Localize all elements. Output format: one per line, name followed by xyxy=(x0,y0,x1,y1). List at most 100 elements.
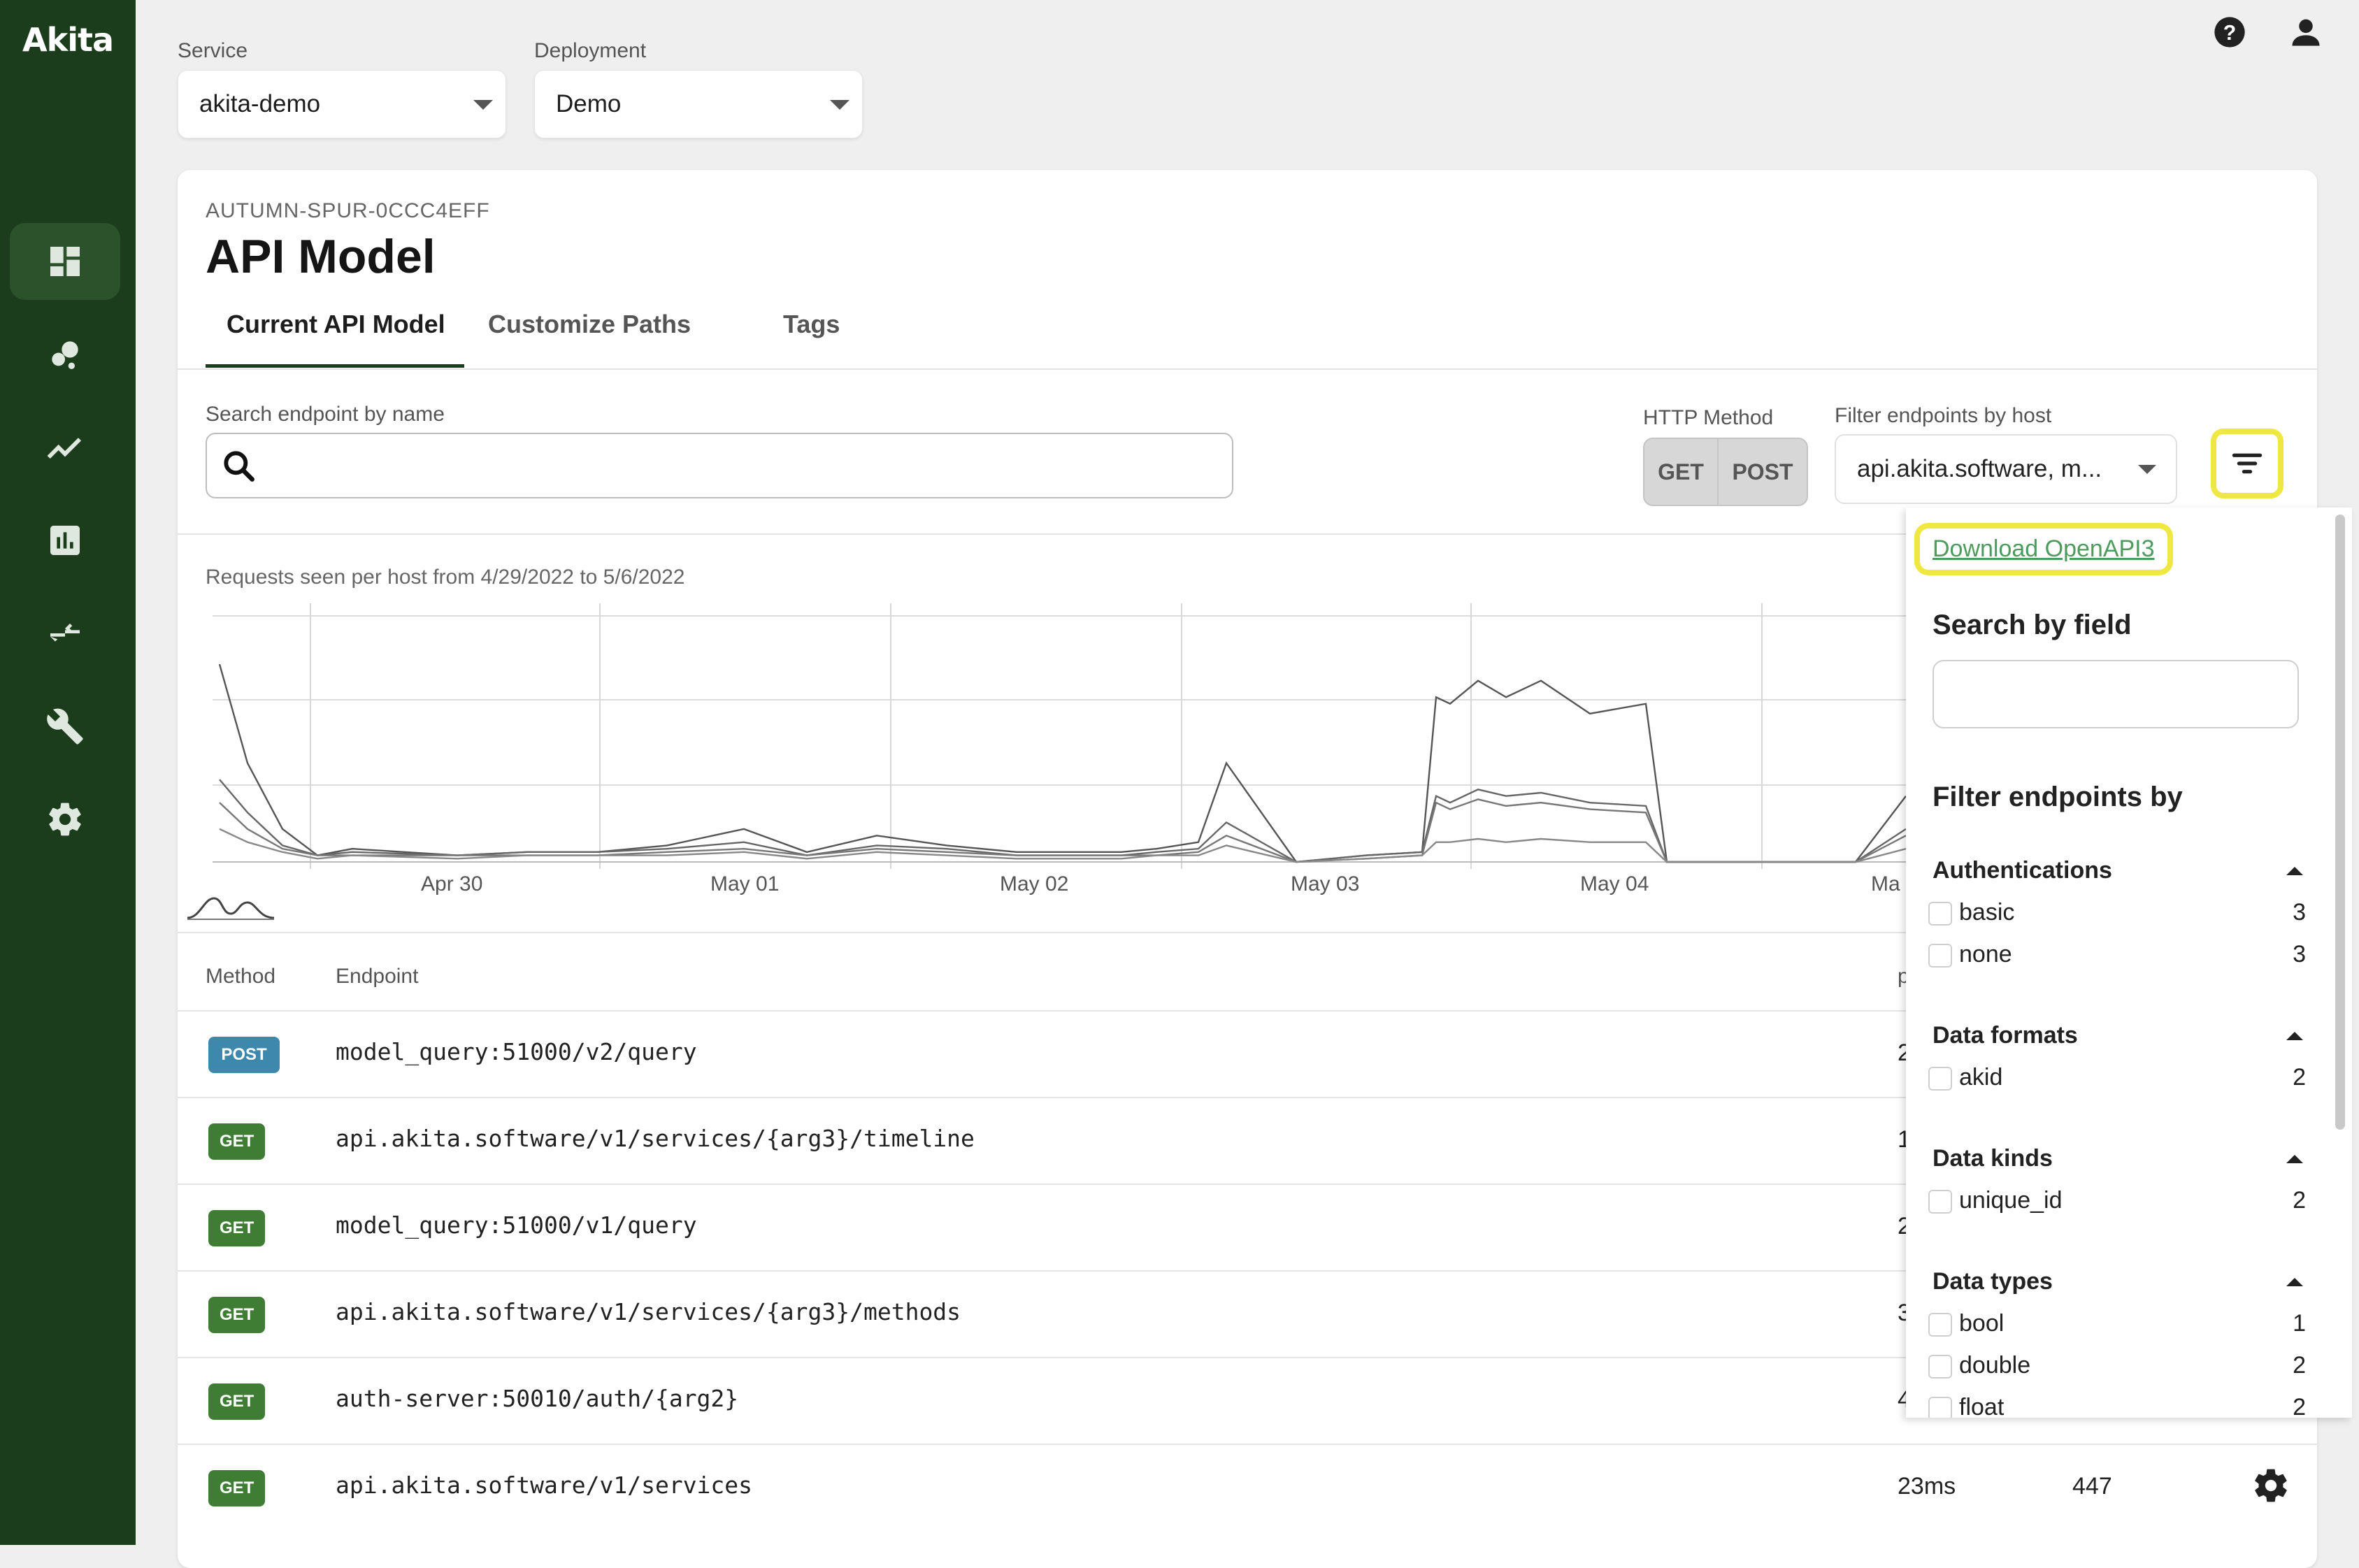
filter-option[interactable]: akid 2 xyxy=(1928,1063,2306,1098)
series-line xyxy=(219,828,1906,863)
http-get-button[interactable]: GET xyxy=(1644,439,1719,505)
filter-option-count: 3 xyxy=(2293,899,2306,926)
sidebar-item-bubbles[interactable] xyxy=(10,316,120,393)
requests-chart xyxy=(213,603,1906,869)
sidebar-item-compare[interactable] xyxy=(10,595,120,672)
bubble-icon xyxy=(52,341,78,369)
table-row[interactable]: GET api.akita.software/v1/services 23ms 447 xyxy=(178,1444,2317,1532)
compare-icon xyxy=(50,624,80,642)
chevron-down-icon xyxy=(830,100,849,110)
filter-option[interactable]: float 2 xyxy=(1928,1393,2306,1418)
filter-group-heading[interactable]: Authentications xyxy=(1933,857,2112,884)
filter-option-count: 2 xyxy=(2293,1394,2306,1418)
endpoint-path[interactable]: model_query:51000/v2/query xyxy=(336,1038,697,1065)
chevron-up-icon[interactable] xyxy=(2286,1278,2303,1286)
endpoint-search-input[interactable] xyxy=(206,433,1233,498)
filter-option[interactable]: none 3 xyxy=(1928,940,2306,974)
x-tick-label: May 04 xyxy=(1580,872,1649,896)
panel-scrollbar[interactable] xyxy=(2335,515,2345,1130)
sidebar-item-trend[interactable] xyxy=(10,409,120,486)
method-badge: POST xyxy=(208,1037,280,1073)
x-tick-label: May 03 xyxy=(1291,872,1360,896)
service-label: Service xyxy=(178,39,248,62)
sidebar-item-analytics[interactable] xyxy=(10,502,120,579)
checkbox[interactable] xyxy=(1928,944,1952,968)
filter-option-label: basic xyxy=(1959,899,2015,926)
search-label: Search endpoint by name xyxy=(206,403,445,426)
endpoint-path[interactable]: api.akita.software/v1/services xyxy=(336,1472,752,1499)
endpoint-path[interactable]: api.akita.software/v1/services/{arg3}/ti… xyxy=(336,1125,975,1152)
filter-group-heading[interactable]: Data formats xyxy=(1933,1022,2078,1049)
service-select[interactable]: akita-demo xyxy=(178,70,506,138)
http-post-button[interactable]: POST xyxy=(1719,439,1807,505)
filter-group-heading[interactable]: Data types xyxy=(1933,1268,2053,1295)
checkbox[interactable] xyxy=(1928,902,1952,926)
sidebar: Akita xyxy=(0,0,136,1545)
active-tab-indicator xyxy=(206,364,464,368)
tab-tags[interactable]: Tags xyxy=(783,310,840,339)
tab-current-api-model[interactable]: Current API Model xyxy=(227,310,445,339)
sparkline-icon xyxy=(187,897,275,920)
checkbox[interactable] xyxy=(1928,1067,1952,1091)
chevron-up-icon[interactable] xyxy=(2286,1155,2303,1163)
host-filter-select[interactable]: api.akita.software, m... xyxy=(1835,434,2177,504)
chevron-up-icon[interactable] xyxy=(2286,867,2303,875)
method-badge: GET xyxy=(208,1383,266,1420)
filter-option-label: bool xyxy=(1959,1310,2005,1337)
filter-button[interactable] xyxy=(2211,429,2283,498)
filter-option-label: none xyxy=(1959,941,2012,968)
endpoint-path[interactable]: api.akita.software/v1/services/{arg3}/me… xyxy=(336,1298,961,1325)
endpoint-path[interactable]: auth-server:50010/auth/{arg2} xyxy=(336,1385,738,1412)
endpoint-column-header[interactable]: Endpoint xyxy=(336,965,418,988)
filter-option[interactable]: double 2 xyxy=(1928,1351,2306,1386)
method-badge: GET xyxy=(208,1470,266,1506)
method-badge: GET xyxy=(208,1297,266,1333)
filter-option-count: 1 xyxy=(2293,1310,2306,1337)
help-icon[interactable]: ? xyxy=(2211,14,2248,50)
bar-chart-icon xyxy=(50,526,80,555)
download-openapi3-link[interactable]: Download OpenAPI3 xyxy=(1914,523,2173,575)
filter-option-count: 3 xyxy=(2293,941,2306,968)
filter-panel: Download OpenAPI3 Search by field Filter… xyxy=(1906,508,2352,1418)
service-value: akita-demo xyxy=(199,90,321,117)
search-by-field-input[interactable] xyxy=(1933,660,2299,728)
search-by-field-heading: Search by field xyxy=(1933,610,2132,640)
x-tick-label: May 02 xyxy=(1000,872,1069,896)
gear-icon xyxy=(49,803,81,836)
filter-option[interactable]: unique_id 2 xyxy=(1928,1186,2306,1221)
deployment-value: Demo xyxy=(556,90,622,117)
filter-option-label: akid xyxy=(1959,1064,2003,1091)
deployment-label: Deployment xyxy=(534,39,647,62)
account-icon[interactable] xyxy=(2288,14,2324,50)
wrench-icon xyxy=(47,708,83,745)
chevron-down-icon xyxy=(473,100,493,110)
gear-icon[interactable] xyxy=(2251,1466,2290,1505)
chevron-up-icon[interactable] xyxy=(2286,1032,2303,1040)
filter-option-count: 2 xyxy=(2293,1187,2306,1214)
endpoint-path[interactable]: model_query:51000/v1/query xyxy=(336,1211,697,1239)
svg-text:?: ? xyxy=(2223,22,2237,45)
tab-customize-paths[interactable]: Customize Paths xyxy=(488,310,691,339)
checkbox[interactable] xyxy=(1928,1397,1952,1418)
series-line xyxy=(218,663,1906,863)
sidebar-item-tools[interactable] xyxy=(10,688,120,765)
method-badge: GET xyxy=(208,1123,266,1160)
filter-option[interactable]: bool 1 xyxy=(1928,1309,2306,1344)
chevron-down-icon xyxy=(2138,465,2156,474)
checkbox[interactable] xyxy=(1928,1355,1952,1379)
checkbox[interactable] xyxy=(1928,1190,1952,1214)
filter-option-label: double xyxy=(1959,1352,2031,1379)
checkbox[interactable] xyxy=(1928,1313,1952,1337)
filter-option[interactable]: basic 3 xyxy=(1928,898,2306,933)
host-filter-label: Filter endpoints by host xyxy=(1835,404,2052,427)
sidebar-item-dashboard[interactable] xyxy=(10,223,120,300)
filter-icon xyxy=(2232,453,2263,474)
method-column-header[interactable]: Method xyxy=(206,965,275,988)
app-logo[interactable]: Akita xyxy=(22,21,114,59)
x-tick-label: Ma xyxy=(1871,872,1900,896)
deployment-select[interactable]: Demo xyxy=(534,70,863,138)
host-filter-value: api.akita.software, m... xyxy=(1857,455,2102,482)
filter-group-heading[interactable]: Data kinds xyxy=(1933,1145,2053,1172)
chart-title: Requests seen per host from 4/29/2022 to… xyxy=(206,566,685,589)
sidebar-item-settings[interactable] xyxy=(10,781,120,858)
